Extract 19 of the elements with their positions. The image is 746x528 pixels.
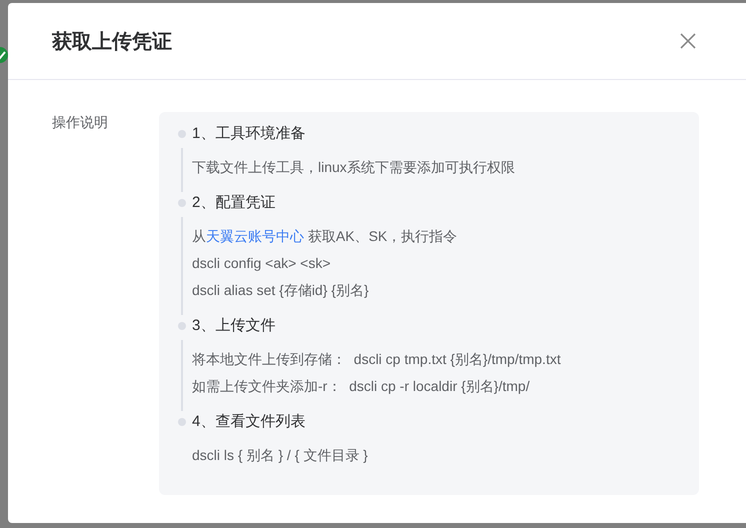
timeline-dot bbox=[178, 322, 186, 330]
step-text: 下载文件上传工具，linux系统下需要添加可执行权限 bbox=[192, 158, 516, 176]
step-title: 2、配置凭证 bbox=[192, 193, 276, 213]
step-title: 3、上传文件 bbox=[192, 316, 276, 336]
timeline-dot bbox=[178, 130, 186, 138]
dialog-title: 获取上传凭证 bbox=[52, 30, 173, 54]
step-text: dscli alias set {存储id} {别名} bbox=[192, 280, 370, 300]
timeline-dot bbox=[178, 199, 186, 207]
step-text: dscli config <ak> <sk> bbox=[192, 254, 332, 273]
step-title: 1、工具环境准备 bbox=[192, 124, 306, 144]
step-text: 将本地文件上传到存储： dscli cp tmp.txt {别名}/tmp/tmp.txt bbox=[192, 350, 562, 369]
step-text: 从天翼云账号中心 获取AK、SK，执行指令 bbox=[192, 226, 458, 246]
step-text: 如需上传文件夹添加-r： dscli cp -r localdir {别名}/tmp/ bbox=[192, 376, 531, 396]
step-title: 4、查看文件列表 bbox=[192, 412, 306, 432]
section-label: 操作说明 bbox=[52, 113, 109, 132]
step-text: dscli ls { 别名 } / { 文件目录 } bbox=[192, 446, 369, 465]
close-icon[interactable] bbox=[680, 33, 696, 49]
timeline-dot bbox=[178, 418, 186, 426]
account-center-link[interactable]: 天翼云账号中心 bbox=[206, 228, 304, 244]
